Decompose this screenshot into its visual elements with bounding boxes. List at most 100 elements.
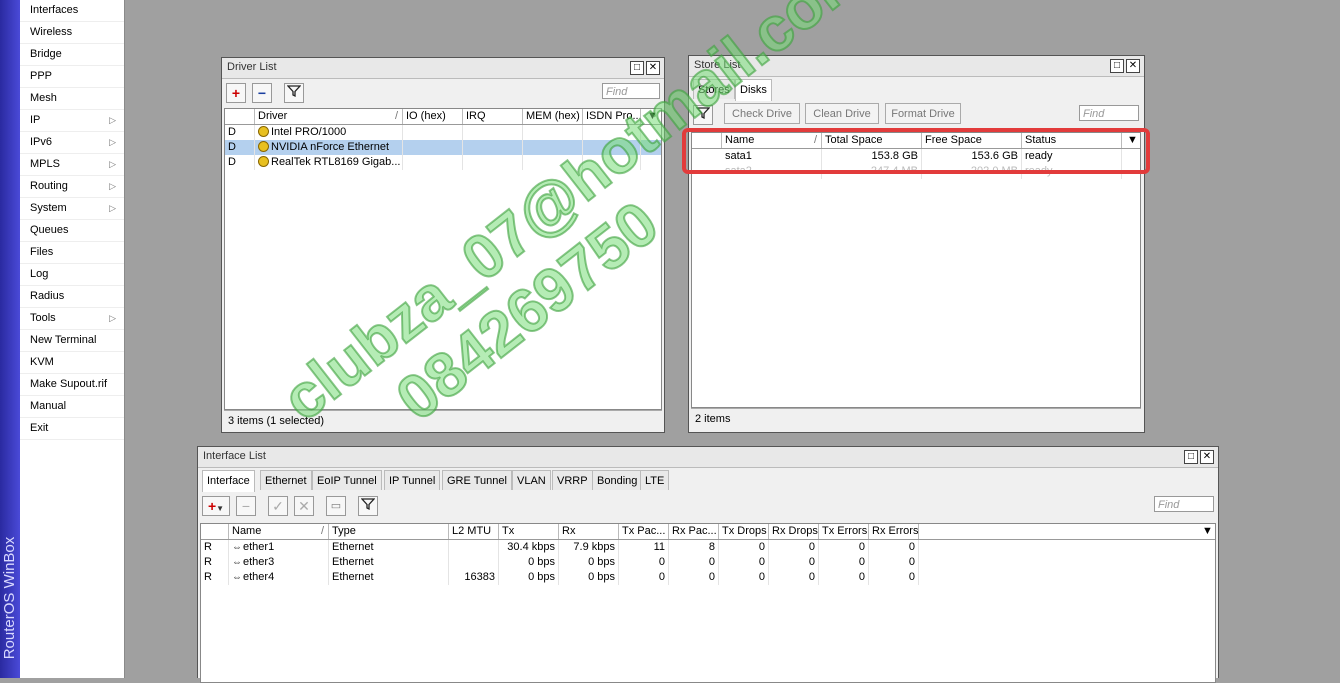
disk-status: ready — [1022, 149, 1122, 164]
col-free-space[interactable]: Free Space — [922, 133, 1022, 148]
col-mem[interactable]: MEM (hex) — [523, 109, 583, 124]
menu-item-manual[interactable]: Manual — [20, 396, 124, 418]
col-tx-pac-[interactable]: Tx Pac... — [619, 524, 669, 539]
col-tx-errors[interactable]: Tx Errors — [819, 524, 869, 539]
col-type[interactable]: Type — [329, 524, 449, 539]
interface-list-titlebar[interactable]: Interface List □ ✕ — [198, 447, 1218, 468]
driver-name: Intel PRO/1000 — [271, 126, 347, 138]
tab-disks[interactable]: Disks — [735, 79, 772, 101]
col-rx[interactable]: Rx — [559, 524, 619, 539]
menu-item-files[interactable]: Files — [20, 242, 124, 264]
disk-free-space: 202.0 MB — [922, 164, 1022, 179]
filter-icon[interactable] — [693, 105, 713, 125]
tab-lte[interactable]: LTE — [640, 470, 670, 490]
maximize-button[interactable]: □ — [630, 61, 644, 75]
menu-item-radius[interactable]: Radius — [20, 286, 124, 308]
maximize-button[interactable]: □ — [1110, 59, 1124, 73]
tab-stores[interactable]: Stores — [693, 79, 735, 99]
col-name[interactable]: Name / — [722, 133, 822, 148]
table-row[interactable]: sata2 247.4 MB 202.0 MB ready — [692, 164, 1140, 179]
menu-item-mpls[interactable]: MPLS ▷ — [20, 154, 124, 176]
menu-item-wireless[interactable]: Wireless — [20, 22, 124, 44]
add-button[interactable]: + — [226, 83, 246, 103]
cell-name: ⇔ether1 — [229, 540, 329, 555]
driver-list-window: Driver List □ ✕ + − Find Driver / IO (hex… — [221, 57, 665, 433]
table-row[interactable]: D Intel PRO/1000 — [225, 125, 661, 140]
check-drive-button[interactable]: Check Drive — [724, 103, 800, 124]
table-row[interactable]: R ⇔ether3 Ethernet 0 bps 0 bps 0 0 0 0 0 0 — [201, 555, 1215, 570]
remove-button[interactable]: − — [236, 496, 256, 516]
close-button[interactable]: ✕ — [1126, 59, 1140, 73]
col-status[interactable]: Status — [1022, 133, 1122, 148]
menu-item-new-terminal[interactable]: New Terminal — [20, 330, 124, 352]
tab-gre-tunnel[interactable]: GRE Tunnel — [442, 470, 512, 490]
col-flag[interactable] — [201, 524, 229, 539]
col-driver[interactable]: Driver / — [255, 109, 403, 124]
cell-rx: 7.9 kbps — [559, 540, 619, 555]
disks-table: Name / Total Space Free Space Status ▼ sa… — [691, 132, 1141, 408]
close-button[interactable]: ✕ — [1200, 450, 1214, 464]
find-input[interactable]: Find — [1079, 105, 1139, 121]
tab-interface[interactable]: Interface — [202, 470, 255, 492]
col-flag[interactable] — [692, 133, 722, 148]
driver-list-titlebar[interactable]: Driver List □ ✕ — [222, 58, 664, 79]
comment-button[interactable]: ▭ — [326, 496, 346, 516]
col-tx[interactable]: Tx — [499, 524, 559, 539]
col-flag[interactable] — [225, 109, 255, 124]
menu-item-log[interactable]: Log — [20, 264, 124, 286]
col-rx-pac-[interactable]: Rx Pac... — [669, 524, 719, 539]
cell-tx: 0 bps — [499, 570, 559, 585]
menu-item-ppp[interactable]: PPP — [20, 66, 124, 88]
menu-item-kvm[interactable]: KVM — [20, 352, 124, 374]
close-button[interactable]: ✕ — [646, 61, 660, 75]
col-io[interactable]: IO (hex) — [403, 109, 463, 124]
tab-ip-tunnel[interactable]: IP Tunnel — [384, 470, 441, 490]
table-row[interactable]: D NVIDIA nForce Ethernet — [225, 140, 661, 155]
menu-item-system[interactable]: System ▷ — [20, 198, 124, 220]
menu-item-tools[interactable]: Tools ▷ — [20, 308, 124, 330]
col-l2-mtu[interactable]: L2 MTU — [449, 524, 499, 539]
column-menu-icon[interactable]: ▼ — [1197, 524, 1215, 539]
submenu-arrow-icon: ▷ — [109, 137, 116, 147]
tab-ethernet[interactable]: Ethernet — [260, 470, 312, 490]
menu-item-make-supout-rif[interactable]: Make Supout.rif — [20, 374, 124, 396]
menu-item-exit[interactable]: Exit — [20, 418, 124, 440]
filter-icon[interactable] — [358, 496, 378, 516]
remove-button[interactable]: − — [252, 83, 272, 103]
column-menu-icon[interactable]: ▼ — [1122, 133, 1140, 148]
find-input[interactable]: Find — [1154, 496, 1214, 512]
table-row[interactable]: R ⇔ether4 Ethernet 16383 0 bps 0 bps 0 0 0 0 0 0 — [201, 570, 1215, 585]
cell-tx: 30.4 kbps — [499, 540, 559, 555]
filter-icon[interactable] — [284, 83, 304, 103]
store-list-titlebar[interactable]: Store List □ ✕ — [689, 56, 1144, 77]
col-total-space[interactable]: Total Space — [822, 133, 922, 148]
col-irq[interactable]: IRQ — [463, 109, 523, 124]
clean-drive-button[interactable]: Clean Drive — [805, 103, 879, 124]
col-name[interactable]: Name / — [229, 524, 329, 539]
col-rx-drops[interactable]: Rx Drops — [769, 524, 819, 539]
add-button[interactable]: +▼ — [202, 496, 230, 516]
table-row[interactable]: sata1 153.8 GB 153.6 GB ready — [692, 149, 1140, 164]
disable-button[interactable]: ✕ — [294, 496, 314, 516]
table-row[interactable]: R ⇔ether1 Ethernet 30.4 kbps 7.9 kbps 11 8 0 0 0 0 — [201, 540, 1215, 555]
tab-vlan[interactable]: VLAN — [512, 470, 551, 490]
col-isdn[interactable]: ISDN Pro... — [583, 109, 641, 124]
menu-item-routing[interactable]: Routing ▷ — [20, 176, 124, 198]
col-rx-errors[interactable]: Rx Errors — [869, 524, 919, 539]
format-drive-button[interactable]: Format Drive — [885, 103, 961, 124]
menu-item-ip[interactable]: IP ▷ — [20, 110, 124, 132]
tab-bonding[interactable]: Bonding — [592, 470, 643, 490]
find-input[interactable]: Find — [602, 83, 660, 99]
enable-button[interactable]: ✓ — [268, 496, 288, 516]
maximize-button[interactable]: □ — [1184, 450, 1198, 464]
menu-item-interfaces[interactable]: Interfaces — [20, 0, 124, 22]
menu-item-bridge[interactable]: Bridge — [20, 44, 124, 66]
column-menu-icon[interactable]: ▼ — [641, 109, 661, 124]
col-tx-drops[interactable]: Tx Drops — [719, 524, 769, 539]
menu-item-ipv6[interactable]: IPv6 ▷ — [20, 132, 124, 154]
tab-vrrp[interactable]: VRRP — [552, 470, 593, 490]
menu-item-mesh[interactable]: Mesh — [20, 88, 124, 110]
table-row[interactable]: D RealTek RTL8169 Gigab... — [225, 155, 661, 170]
menu-item-queues[interactable]: Queues — [20, 220, 124, 242]
tab-eoip-tunnel[interactable]: EoIP Tunnel — [312, 470, 382, 490]
